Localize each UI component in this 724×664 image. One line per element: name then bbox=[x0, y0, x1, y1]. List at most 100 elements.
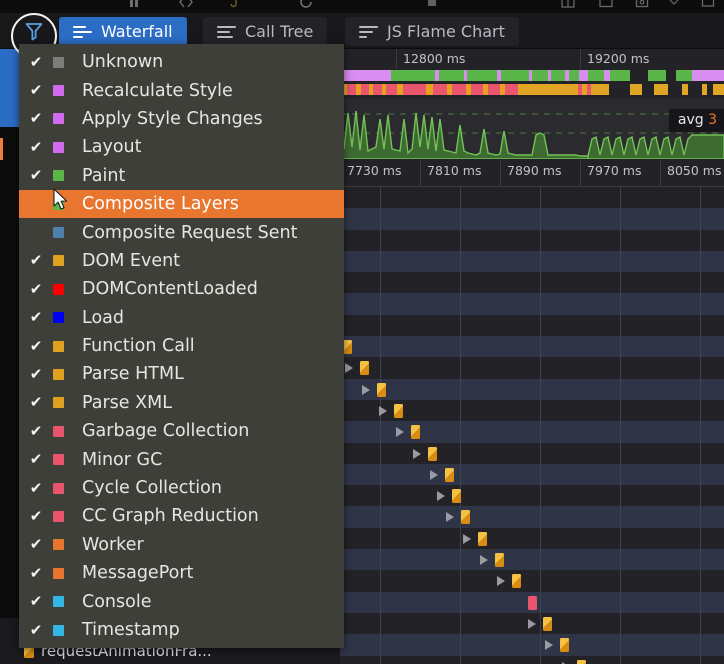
expand-triangle-icon[interactable] bbox=[480, 555, 488, 566]
menu-item-garbage-collection[interactable]: ✔ Garbage Collection bbox=[19, 417, 344, 445]
expand-triangle-icon[interactable] bbox=[545, 640, 553, 651]
menu-item-minor-gc[interactable]: ✔ Minor GC bbox=[19, 445, 344, 473]
expand-triangle-icon[interactable] bbox=[345, 363, 353, 374]
table-row[interactable] bbox=[340, 229, 724, 251]
waterfall-marker[interactable] bbox=[377, 382, 386, 397]
menu-item-messageport[interactable]: ✔ MessagePort bbox=[19, 559, 344, 587]
menu-item-composite-layers[interactable]: Composite Layers bbox=[19, 189, 344, 219]
expand-triangle-icon[interactable] bbox=[528, 618, 536, 629]
timeline-panel[interactable]: 12800 ms 19200 ms avg 3 7730 ms 7810 ms 789… bbox=[340, 49, 724, 664]
table-row[interactable] bbox=[340, 314, 724, 337]
menu-item-cc-graph-reduction[interactable]: ✔ CC Graph Reduction bbox=[19, 502, 344, 530]
menu-item-apply-style-changes[interactable]: ✔ Apply Style Changes bbox=[19, 105, 344, 133]
waterfall-marker[interactable] bbox=[428, 446, 437, 461]
table-row[interactable] bbox=[340, 527, 724, 550]
menu-item-dom-event[interactable]: ✔ DOM Event bbox=[19, 247, 344, 275]
color-swatch-icon bbox=[53, 425, 64, 437]
expand-triangle-icon[interactable] bbox=[413, 448, 421, 459]
tab-waterfall[interactable]: Waterfall bbox=[59, 17, 187, 46]
table-row[interactable] bbox=[340, 442, 724, 464]
grid-line bbox=[460, 634, 461, 656]
menu-item-unknown[interactable]: ✔ Unknown bbox=[19, 48, 344, 76]
expand-triangle-icon[interactable] bbox=[430, 469, 438, 480]
grid-line bbox=[380, 336, 381, 358]
menu-item-timestamp[interactable]: ✔ Timestamp bbox=[19, 616, 344, 644]
menu-item-layout[interactable]: ✔ Layout bbox=[19, 133, 344, 161]
table-row[interactable] bbox=[340, 506, 724, 528]
waterfall-marker[interactable] bbox=[394, 403, 403, 418]
frame-icon[interactable] bbox=[598, 0, 614, 10]
screenshot-icon[interactable] bbox=[634, 0, 650, 10]
waterfall-marker[interactable] bbox=[478, 531, 487, 546]
expand-triangle-icon[interactable] bbox=[379, 405, 387, 416]
activity-band-segment bbox=[501, 70, 529, 81]
expand-triangle-icon[interactable] bbox=[362, 384, 370, 395]
table-row[interactable] bbox=[340, 421, 724, 443]
tab-js-flame-chart[interactable]: JS Flame Chart bbox=[345, 17, 519, 46]
table-row[interactable] bbox=[340, 634, 724, 656]
table-row[interactable] bbox=[340, 655, 724, 664]
grid-line bbox=[700, 421, 701, 443]
waterfall-marker[interactable] bbox=[343, 340, 352, 355]
table-row[interactable] bbox=[340, 570, 724, 592]
table-row[interactable] bbox=[340, 591, 724, 613]
waterfall-rows[interactable] bbox=[340, 187, 724, 664]
menu-item-load[interactable]: ✔ Load bbox=[19, 304, 344, 332]
waterfall-marker[interactable] bbox=[543, 616, 552, 631]
grid-line bbox=[540, 591, 541, 613]
menu-item-paint[interactable]: ✔ Paint bbox=[19, 162, 344, 190]
menu-item-parse-xml[interactable]: ✔ Parse XML bbox=[19, 389, 344, 417]
panel-layout-icon[interactable] bbox=[560, 0, 576, 10]
tab-call-tree[interactable]: Call Tree bbox=[203, 17, 328, 46]
waterfall-marker[interactable] bbox=[452, 489, 461, 504]
waterfall-marker[interactable] bbox=[495, 553, 504, 568]
menu-item-console[interactable]: ✔ Console bbox=[19, 587, 344, 615]
waterfall-marker[interactable] bbox=[411, 425, 420, 440]
waterfall-marker[interactable] bbox=[577, 659, 586, 664]
grid-line bbox=[540, 399, 541, 422]
pause-icon[interactable] bbox=[126, 0, 142, 10]
menu-item-domcontentloaded[interactable]: ✔ DOMContentLoaded bbox=[19, 275, 344, 303]
waterfall-marker[interactable] bbox=[360, 361, 369, 376]
table-row[interactable] bbox=[340, 357, 724, 379]
stop-icon[interactable] bbox=[424, 0, 440, 10]
table-row[interactable] bbox=[340, 463, 724, 486]
waterfall-marker[interactable] bbox=[461, 510, 470, 525]
waterfall-marker[interactable] bbox=[560, 638, 569, 653]
code-brackets-icon[interactable] bbox=[178, 0, 194, 10]
expand-triangle-icon[interactable] bbox=[446, 512, 454, 523]
chevron-down-icon[interactable] bbox=[666, 0, 682, 10]
close-icon[interactable] bbox=[700, 0, 716, 10]
menu-item-recalculate-style[interactable]: ✔ Recalculate Style bbox=[19, 76, 344, 104]
waterfall-marker[interactable] bbox=[528, 595, 537, 610]
table-row[interactable] bbox=[340, 378, 724, 400]
menu-item-function-call[interactable]: ✔ Function Call bbox=[19, 332, 344, 360]
table-row[interactable] bbox=[340, 187, 724, 209]
color-swatch-icon bbox=[53, 255, 64, 267]
table-row[interactable] bbox=[340, 208, 724, 230]
expand-triangle-icon[interactable] bbox=[396, 427, 404, 438]
menu-item-parse-html[interactable]: ✔ Parse HTML bbox=[19, 360, 344, 388]
waterfall-marker[interactable] bbox=[512, 574, 521, 589]
menu-item-composite-request-sent[interactable]: Composite Request Sent bbox=[19, 218, 344, 246]
expand-triangle-icon[interactable] bbox=[463, 533, 471, 544]
js-icon[interactable] bbox=[226, 0, 242, 10]
table-row[interactable] bbox=[340, 293, 724, 315]
menu-item-cycle-collection[interactable]: ✔ Cycle Collection bbox=[19, 474, 344, 502]
filter-funnel-icon[interactable] bbox=[14, 18, 54, 44]
table-row[interactable] bbox=[340, 336, 724, 358]
filter-dropdown-menu[interactable]: ✔ Unknown ✔ Recalculate Style ✔ Apply Style C… bbox=[19, 44, 344, 649]
table-row[interactable] bbox=[340, 399, 724, 422]
waterfall-marker[interactable] bbox=[445, 467, 454, 482]
table-row[interactable] bbox=[340, 485, 724, 507]
activity-band-segment bbox=[688, 84, 702, 95]
table-row[interactable] bbox=[340, 549, 724, 571]
menu-item-worker[interactable]: ✔ Worker bbox=[19, 531, 344, 559]
grid-line bbox=[540, 421, 541, 443]
reload-icon[interactable] bbox=[298, 0, 314, 10]
expand-triangle-icon[interactable] bbox=[437, 491, 445, 502]
expand-triangle-icon[interactable] bbox=[497, 576, 505, 587]
table-row[interactable] bbox=[340, 250, 724, 273]
table-row[interactable] bbox=[340, 612, 724, 635]
table-row[interactable] bbox=[340, 272, 724, 294]
